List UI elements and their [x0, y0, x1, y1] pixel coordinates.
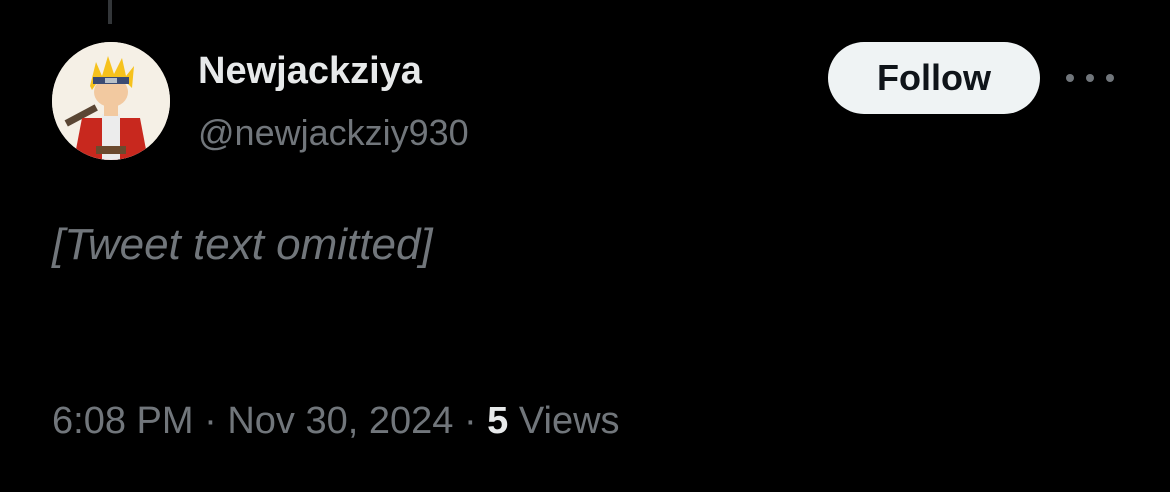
tweet-time[interactable]: 6:08 PM	[52, 400, 194, 442]
views-count: 5	[487, 400, 509, 442]
separator-dot: ·	[204, 400, 217, 442]
more-dot	[1066, 74, 1074, 82]
follow-button[interactable]: Follow	[828, 42, 1040, 114]
tweet-metadata: 6:08 PM · Nov 30, 2024 · 5 Views	[52, 400, 620, 443]
more-dot	[1086, 74, 1094, 82]
separator-dot: ·	[463, 400, 477, 442]
avatar[interactable]	[52, 42, 170, 160]
tweet-text: [Tweet text omitted]	[52, 220, 433, 269]
views-label: Views	[518, 400, 620, 442]
anime-character-avatar-icon	[52, 42, 170, 160]
tweet-date[interactable]: Nov 30, 2024	[227, 400, 453, 442]
display-name[interactable]: Newjackziya	[198, 50, 422, 93]
tweet-card: Newjackziya @newjackziy930 Follow [Tweet…	[0, 0, 1170, 492]
more-options-icon[interactable]	[1066, 58, 1114, 98]
more-dot	[1106, 74, 1114, 82]
user-handle[interactable]: @newjackziy930	[198, 112, 469, 154]
thread-connector-line	[108, 0, 112, 24]
